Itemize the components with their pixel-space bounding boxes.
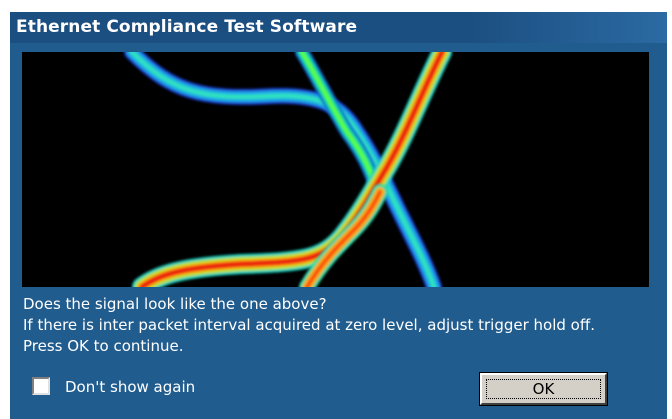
trace-b bbox=[295, 52, 384, 199]
window-title: Ethernet Compliance Test Software bbox=[16, 17, 358, 37]
dont-show-again-checkbox[interactable] bbox=[32, 377, 50, 395]
focus-rectangle bbox=[486, 379, 601, 399]
dont-show-again-label[interactable]: Don't show again bbox=[65, 378, 195, 396]
dialog-window: Ethernet Compliance Test Software Does t… bbox=[10, 12, 667, 419]
title-bar[interactable]: Ethernet Compliance Test Software bbox=[10, 12, 667, 43]
ok-button[interactable]: OK bbox=[479, 372, 608, 406]
signal-waveform-display bbox=[22, 52, 649, 287]
prompt-question: Does the signal look like the one above? bbox=[23, 295, 327, 313]
prompt-instruction: If there is inter packet interval acquir… bbox=[23, 316, 595, 334]
trace-d bbox=[299, 184, 388, 287]
waveform-graphic bbox=[124, 52, 452, 287]
prompt-continue: Press OK to continue. bbox=[23, 337, 184, 355]
